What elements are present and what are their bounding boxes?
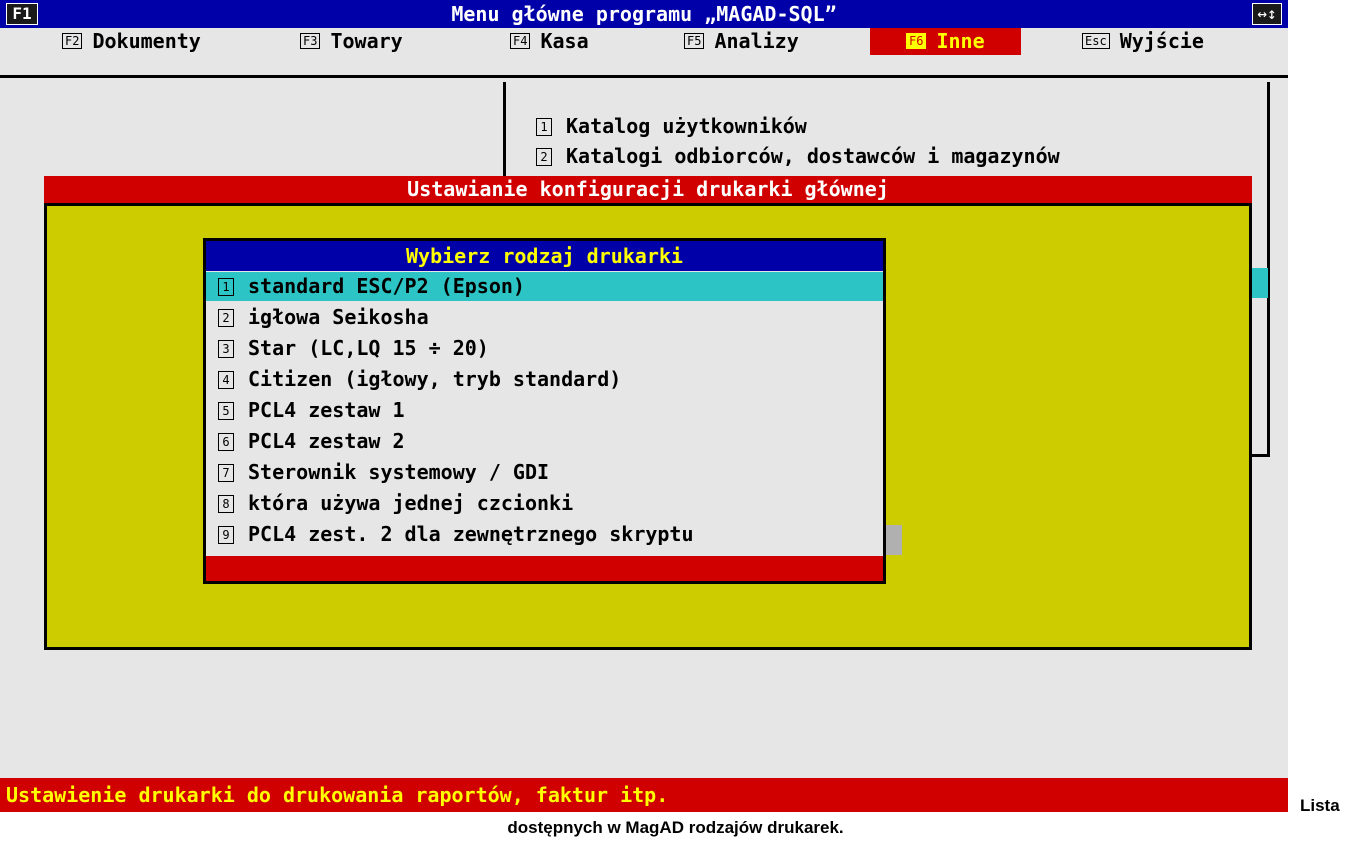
option-label: Sterownik systemowy / GDI [248, 460, 550, 484]
dos-screen: F1 Menu główne programu „MAGAD-SQL” ↔↕ F… [0, 0, 1288, 812]
menu-item-label: Towary [330, 29, 403, 53]
menu-item-inne[interactable]: F6 Inne [870, 28, 1021, 55]
picker-footer [206, 556, 883, 581]
printer-option-4[interactable]: 4 Citizen (igłowy, tryb standard) [206, 365, 883, 394]
esc-key-icon: Esc [1082, 33, 1110, 49]
printer-option-7[interactable]: 7 Sterownik systemowy / GDI [206, 458, 883, 487]
number-9-icon: 9 [218, 526, 234, 544]
number-2-icon: 2 [218, 309, 234, 327]
option-label: igłowa Seikosha [248, 305, 429, 329]
submenu-item-label: Katalog użytkowników [566, 114, 807, 138]
submenu-item-users[interactable]: 1 Katalog użytkowników [536, 114, 807, 138]
caption-line-1: Lista [1300, 796, 1340, 815]
submenu-selection-highlight [1252, 268, 1268, 298]
window-title: Menu główne programu „MAGAD-SQL” [451, 2, 837, 26]
number-7-icon: 7 [218, 464, 234, 482]
submenu-item-catalogs[interactable]: 2 Katalogi odbiorców, dostawców i magazyn… [536, 144, 1060, 168]
menu-item-label: Dokumenty [92, 29, 201, 53]
number-5-icon: 5 [218, 402, 234, 420]
status-bar: Ustawienie drukarki do drukowania raport… [0, 778, 1288, 812]
menu-item-label: Analizy [714, 29, 799, 53]
printer-type-picker: Wybierz rodzaj drukarki 1 standard ESC/P2… [203, 238, 886, 584]
option-label: PCL4 zestaw 1 [248, 398, 405, 422]
f3-key-icon: F3 [300, 33, 321, 49]
number-6-icon: 6 [218, 433, 234, 451]
submenu-item-label: Katalogi odbiorców, dostawców i magazynó… [566, 144, 1060, 168]
number-4-icon: 4 [218, 371, 234, 389]
option-label: PCL4 zestaw 2 [248, 429, 405, 453]
number-2-icon: 2 [536, 148, 552, 166]
f6-key-icon: F6 [906, 33, 927, 49]
option-label: która używa jednej czcionki [248, 491, 574, 515]
number-8-icon: 8 [218, 495, 234, 513]
printer-option-1[interactable]: 1 standard ESC/P2 (Epson) [206, 272, 883, 301]
printer-option-6[interactable]: 6 PCL4 zestaw 2 [206, 427, 883, 456]
option-label: Star (LC,LQ 15 ÷ 20) [248, 336, 489, 360]
main-menu-bar: F2 Dokumenty F3 Towary F4 Kasa F5 Analizy F6… [0, 28, 1288, 78]
option-label: standard ESC/P2 (Epson) [248, 274, 525, 298]
number-1-icon: 1 [536, 118, 552, 136]
f5-key-icon: F5 [684, 33, 705, 49]
printer-option-8[interactable]: 8 która używa jednej czcionki [206, 489, 883, 518]
printer-option-9[interactable]: 9 PCL4 zest. 2 dla zewnętrznego skryptu [206, 520, 883, 549]
picker-title: Wybierz rodzaj drukarki [206, 241, 883, 271]
f4-key-icon: F4 [510, 33, 531, 49]
printer-option-5[interactable]: 5 PCL4 zestaw 1 [206, 396, 883, 425]
printer-option-3[interactable]: 3 Star (LC,LQ 15 ÷ 20) [206, 334, 883, 363]
menu-item-label: Inne [936, 29, 985, 53]
menu-item-dokumenty[interactable]: F2 Dokumenty [62, 28, 201, 55]
f2-key-icon: F2 [62, 33, 83, 49]
number-3-icon: 3 [218, 340, 234, 358]
printer-option-2[interactable]: 2 igłowa Seikosha [206, 303, 883, 332]
menu-item-label: Wyjście [1119, 29, 1204, 53]
menu-item-kasa[interactable]: F4 Kasa [510, 28, 589, 55]
caption-line-2: dostępnych w MagAD rodzajów drukarek. [507, 818, 844, 837]
config-window-title: Ustawianie konfiguracji drukarki głównej [44, 176, 1252, 203]
option-label: Citizen (igłowy, tryb standard) [248, 367, 622, 391]
menu-item-towary[interactable]: F3 Towary [300, 28, 403, 55]
resize-icon[interactable]: ↔↕ [1252, 3, 1282, 25]
menu-item-wyjscie[interactable]: Esc Wyjście [1082, 28, 1204, 55]
number-1-icon: 1 [218, 278, 234, 296]
scrollbar-thumb[interactable] [886, 525, 902, 555]
menu-item-analizy[interactable]: F5 Analizy [684, 28, 799, 55]
option-label: PCL4 zest. 2 dla zewnętrznego skryptu [248, 522, 694, 546]
title-bar: F1 Menu główne programu „MAGAD-SQL” ↔↕ [0, 0, 1288, 28]
menu-item-label: Kasa [540, 29, 589, 53]
